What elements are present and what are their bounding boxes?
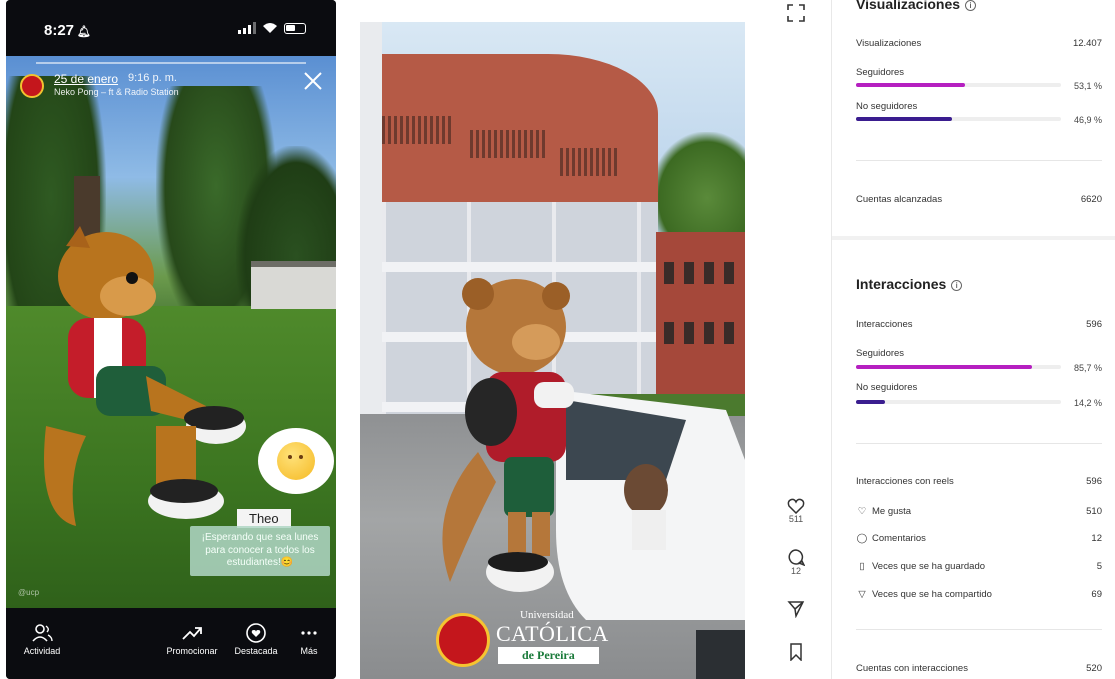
heart-icon: ♡ <box>857 506 867 517</box>
like-count: 511 <box>788 514 804 524</box>
comment-icon <box>788 549 805 566</box>
section-title-visualizaciones: Visualizaciones i <box>856 0 977 12</box>
bookmark-icon: ▯ <box>859 561 865 572</box>
tab-label: Más <box>300 646 318 656</box>
metric-interacciones-reels: Interacciones con reels 596 <box>856 476 1102 487</box>
battery-icon <box>284 22 306 34</box>
section-title-interacciones: Interacciones i <box>856 276 963 292</box>
info-icon[interactable]: i <box>965 0 977 11</box>
pct-no-seguidores: 14,2 % <box>1073 398 1102 408</box>
phone-story-screen: 8:27 🔔︎ 25 de enero 9:16 p. m. Neko Pong … <box>6 0 336 679</box>
screenshot-collage: 8:27 🔔︎ 25 de enero 9:16 p. m. Neko Pong … <box>0 0 1115 679</box>
story-time: 9:16 p. m. <box>128 72 177 84</box>
metric-cuentas-alcanzadas: Cuentas alcanzadas 6620 <box>856 194 1102 205</box>
heart-icon <box>787 498 805 514</box>
university-seal-icon <box>436 613 490 667</box>
pct-no-seguidores: 46,9 % <box>1073 115 1102 125</box>
separator <box>856 443 1102 444</box>
comment-count: 12 <box>790 566 801 576</box>
close-icon[interactable] <box>302 70 324 92</box>
story-progress-bar <box>36 62 306 64</box>
bear-mascot-photo <box>442 278 574 592</box>
send-icon: ▽ <box>858 589 866 600</box>
logo-line-2: CATÓLICA <box>496 621 609 646</box>
like-action[interactable]: 511 <box>780 498 812 524</box>
bar-no-seguidores <box>856 400 1061 404</box>
separator <box>856 629 1102 630</box>
status-icons <box>238 22 306 34</box>
metric-me-gusta: ♡ Me gusta 510 <box>857 506 1102 517</box>
more-icon <box>301 631 317 635</box>
story-music-label[interactable]: Neko Pong – ft & Radio Station <box>54 87 179 97</box>
separator <box>856 160 1102 161</box>
trend-icon <box>182 627 202 640</box>
tab-destacada[interactable]: Destacada <box>228 622 284 656</box>
bar-fill <box>856 365 1032 369</box>
story-tag: @ucp <box>18 588 40 597</box>
smiley-face-icon <box>277 442 315 480</box>
pct-seguidores: 85,7 % <box>1073 363 1102 373</box>
info-icon[interactable]: i <box>951 279 963 291</box>
metric-guardado: ▯ Veces que se ha guardado 5 <box>856 561 1102 572</box>
metric-interacciones: Interacciones 596 <box>856 319 1102 330</box>
bell-icon: 🔔︎ <box>77 26 91 38</box>
emoji-reaction-sticker[interactable] <box>258 428 334 494</box>
share-action[interactable] <box>780 600 812 618</box>
wifi-icon <box>263 23 277 33</box>
pct-seguidores: 53,1 % <box>1073 81 1102 91</box>
save-action[interactable] <box>780 643 812 661</box>
logo-line-1: Universidad <box>520 609 574 621</box>
comment-action[interactable]: 12 <box>780 548 812 576</box>
story-bottom-bar: Actividad Promocionar Destacada Más <box>6 608 336 679</box>
tab-promocionar[interactable]: Promocionar <box>162 622 222 656</box>
heart-circle-icon <box>246 623 266 643</box>
metric-visualizaciones: Visualizaciones 12.407 <box>856 38 1102 49</box>
comment-icon: ◯ <box>856 533 868 544</box>
bar-seguidores <box>856 365 1061 369</box>
label-no-seguidores: No seguidores <box>856 101 918 112</box>
bar-seguidores <box>856 83 1061 87</box>
bar-fill <box>856 117 953 121</box>
story-date[interactable]: 25 de enero <box>54 72 118 86</box>
label-seguidores: Seguidores <box>856 67 905 78</box>
label-seguidores: Seguidores <box>856 348 905 359</box>
tab-label: Actividad <box>23 646 61 656</box>
people-icon <box>32 624 53 642</box>
logo-line-3: de Pereira <box>498 647 599 664</box>
bar-fill <box>856 400 886 404</box>
reel-action-rail: 511 12 <box>780 0 812 679</box>
section-divider <box>832 236 1115 240</box>
story-caption: ¡Esperando que sea lunes para conocer a … <box>190 526 330 576</box>
status-bar: 8:27 🔔︎ <box>6 0 336 56</box>
expand-icon[interactable] <box>787 4 805 22</box>
send-icon <box>787 601 805 618</box>
account-avatar[interactable] <box>20 74 44 98</box>
label-no-seguidores: No seguidores <box>856 382 918 393</box>
tab-mas[interactable]: Más <box>296 622 322 656</box>
bar-fill <box>856 83 965 87</box>
reel-photo[interactable]: Universidad CATÓLICA de Pereira <box>360 22 745 679</box>
tab-label: Destacada <box>234 646 278 656</box>
metric-cuentas-interacciones: Cuentas con interacciones 520 <box>856 663 1102 674</box>
story-media[interactable]: 25 de enero 9:16 p. m. Neko Pong – ft & … <box>6 56 336 608</box>
mascot-photo <box>44 226 246 526</box>
bar-no-seguidores <box>856 117 1061 121</box>
metric-compartido: ▽ Veces que se ha compartido 69 <box>856 589 1102 600</box>
tab-actividad[interactable]: Actividad <box>22 622 62 656</box>
signal-icon <box>238 22 256 34</box>
bookmark-icon <box>790 643 802 661</box>
tab-label: Promocionar <box>166 646 218 656</box>
metric-comentarios: ◯ Comentarios 12 <box>856 533 1102 544</box>
university-logo: Universidad CATÓLICA de Pereira <box>436 607 620 667</box>
status-time: 8:27 🔔︎ <box>44 22 91 39</box>
insights-panel: Visualizaciones i Visualizaciones 12.407 S… <box>832 0 1115 679</box>
